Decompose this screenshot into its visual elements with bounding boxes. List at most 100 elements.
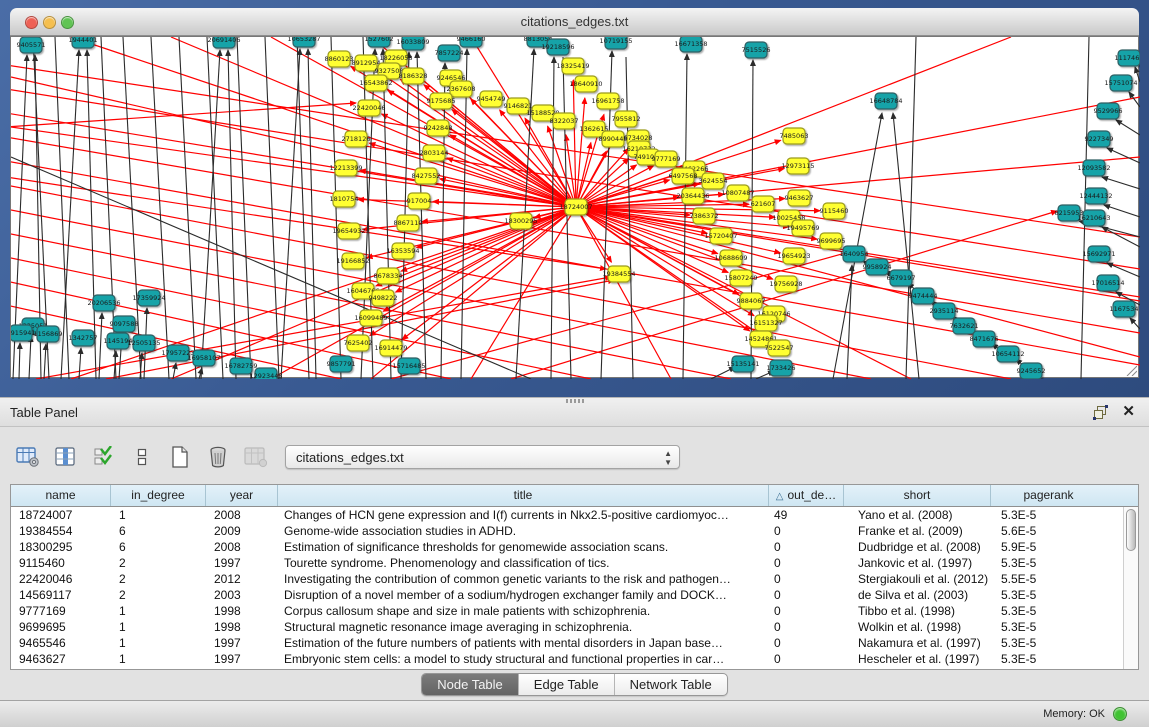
- column-header-year[interactable]: year: [206, 485, 278, 506]
- graph-node-yellow[interactable]: 9884067: [737, 293, 766, 309]
- table-row[interactable]: 946362711997Embryonic stem cells: a mode…: [11, 651, 1138, 667]
- graph-node-yellow[interactable]: 8867110: [394, 215, 423, 231]
- graph-node-yellow[interactable]: 9175685: [427, 93, 456, 109]
- graph-node-teal[interactable]: 6679197: [887, 270, 916, 286]
- graph-node-teal[interactable]: 9857791: [327, 356, 356, 372]
- graph-node-yellow[interactable]: 18325419: [556, 58, 589, 74]
- graph-node-yellow[interactable]: 9242848: [424, 120, 453, 136]
- table-row[interactable]: 946554611997Estimation of the future num…: [11, 635, 1138, 651]
- column-header-out_de[interactable]: △out_de…: [769, 485, 844, 506]
- graph-node-yellow[interactable]: 22420046: [352, 100, 385, 116]
- float-panel-icon[interactable]: [1093, 405, 1109, 420]
- table-row[interactable]: 1830029562008Estimation of significance …: [11, 539, 1138, 555]
- table-row[interactable]: 1938455462009Genome-wide association stu…: [11, 523, 1138, 539]
- graph-node-teal[interactable]: 16671358: [674, 37, 707, 52]
- graph-node-teal[interactable]: 9466160: [457, 37, 486, 47]
- tab-edge-table[interactable]: Edge Table: [519, 674, 615, 695]
- graph-node-yellow[interactable]: 7625402: [344, 335, 373, 351]
- graph-node-yellow[interactable]: 7386372: [690, 208, 719, 224]
- vertical-scrollbar[interactable]: [1123, 507, 1138, 669]
- graph-node-teal[interactable]: 1640954: [840, 246, 869, 262]
- graph-node-yellow[interactable]: 19756928: [769, 276, 802, 292]
- graph-node-teal[interactable]: 10654112: [991, 346, 1024, 362]
- graph-node-teal[interactable]: 10719155: [599, 37, 632, 49]
- graph-node-teal[interactable]: 9474444: [909, 288, 938, 304]
- graph-node-yellow[interactable]: 16353594: [386, 243, 419, 259]
- graph-node-yellow[interactable]: 18300295: [504, 213, 537, 229]
- table-row[interactable]: 977716911998Corpus callosum shape and si…: [11, 603, 1138, 619]
- graph-node-teal[interactable]: 9097588: [110, 316, 139, 332]
- graph-node-teal[interactable]: 20691406: [207, 37, 240, 48]
- graph-node-teal[interactable]: 15716485: [392, 358, 425, 374]
- graph-node-yellow[interactable]: 8678334: [374, 268, 403, 284]
- table-settings-icon[interactable]: [14, 443, 42, 471]
- delete-table-icon[interactable]: [204, 443, 232, 471]
- column-header-title[interactable]: title: [278, 485, 769, 506]
- graph-node-yellow[interactable]: 917004: [407, 193, 432, 209]
- graph-node-teal[interactable]: 20206536: [87, 295, 120, 311]
- graph-node-teal[interactable]: 17016514: [1091, 275, 1124, 291]
- close-panel-icon[interactable]: ✕: [1122, 403, 1135, 421]
- table-row[interactable]: 911546021997Tourette syndrome. Phenomeno…: [11, 555, 1138, 571]
- graph-node-teal[interactable]: 9529966: [1094, 103, 1123, 119]
- graph-node-yellow[interactable]: 7522547: [765, 340, 794, 356]
- graph-node-teal[interactable]: 9245652: [1017, 363, 1046, 379]
- graph-node-teal[interactable]: 1733426: [767, 360, 796, 376]
- graph-node-teal[interactable]: 12444132: [1079, 188, 1112, 204]
- graph-node-teal[interactable]: 1527602: [365, 37, 394, 47]
- graph-node-teal[interactable]: 10653287: [287, 37, 320, 47]
- graph-node-yellow[interactable]: 2803144: [420, 145, 449, 161]
- graph-node-teal[interactable]: 9405571: [17, 37, 46, 53]
- graph-node-yellow[interactable]: 12973115: [781, 158, 814, 174]
- network-canvas[interactable]: 9405571194440120691406106532871527602160…: [10, 36, 1139, 378]
- create-table-icon[interactable]: [166, 443, 194, 471]
- graph-node-yellow[interactable]: 9463627: [785, 190, 814, 206]
- graph-node-teal[interactable]: 8471676: [970, 331, 999, 347]
- graph-node-teal[interactable]: 1167534: [1110, 301, 1139, 317]
- scrollbar-thumb[interactable]: [1126, 509, 1136, 551]
- graph-node-teal[interactable]: 16648784: [869, 93, 902, 109]
- table-row[interactable]: 2242004622012Investigating the contribut…: [11, 571, 1138, 587]
- table-row[interactable]: 969969511998Structural magnetic resonanc…: [11, 619, 1138, 635]
- graph-node-teal[interactable]: 9958924: [863, 259, 892, 275]
- graph-node-yellow[interactable]: 7485063: [780, 128, 809, 144]
- graph-node-yellow[interactable]: 19166852: [336, 253, 369, 269]
- graph-node-yellow[interactable]: 18640910: [569, 76, 602, 92]
- graph-node-teal[interactable]: 15135141: [726, 356, 759, 372]
- row-height-icon[interactable]: [128, 443, 156, 471]
- graph-node-yellow[interactable]: 9699695: [817, 233, 846, 249]
- graph-node-yellow[interactable]: 16914479: [374, 340, 407, 356]
- graph-node-yellow[interactable]: 7955812: [612, 111, 641, 127]
- graph-node-teal[interactable]: 15692971: [1082, 246, 1115, 262]
- column-header-in_degree[interactable]: in_degree: [111, 485, 206, 506]
- graph-node-yellow[interactable]: 16099489: [354, 310, 387, 326]
- graph-node-yellow[interactable]: 15807249: [724, 270, 757, 286]
- graph-node-yellow[interactable]: 9498222: [369, 290, 398, 306]
- graph-node-teal[interactable]: 1944401: [69, 37, 98, 48]
- graph-node-teal[interactable]: 1342757: [69, 330, 98, 346]
- network-window-titlebar[interactable]: citations_edges.txt: [10, 8, 1139, 36]
- graph-node-yellow[interactable]: 6497568: [669, 168, 698, 184]
- graph-node-yellow[interactable]: 1810754: [330, 191, 359, 207]
- graph-node-yellow[interactable]: 9115460: [820, 203, 849, 219]
- graph-node-yellow[interactable]: 8322037: [550, 113, 579, 129]
- tab-network-table[interactable]: Network Table: [615, 674, 727, 695]
- graph-node-yellow[interactable]: 10807487: [721, 185, 754, 201]
- graph-node-teal[interactable]: 3915941: [11, 325, 35, 341]
- table-row[interactable]: 1872400712008Changes of HCN gene express…: [11, 507, 1138, 523]
- table-dropdown[interactable]: citations_edges.txt ▲▼: [285, 445, 680, 469]
- graph-node-teal[interactable]: 2935114: [930, 303, 959, 319]
- graph-node-yellow[interactable]: 10688609: [714, 250, 747, 266]
- table-row[interactable]: 1456911722003Disruption of a novel membe…: [11, 587, 1138, 603]
- graph-node-yellow[interactable]: 9454749: [477, 91, 506, 107]
- import-table-icon[interactable]: [242, 443, 270, 471]
- graph-node-yellow[interactable]: 19654932: [332, 223, 365, 239]
- column-header-short[interactable]: short: [844, 485, 991, 506]
- graph-node-teal[interactable]: 1117465: [1115, 50, 1140, 66]
- graph-node-teal[interactable]: 16033809: [396, 37, 429, 50]
- graph-node-teal[interactable]: 7857224: [435, 45, 464, 61]
- graph-node-teal[interactable]: 1156869: [34, 326, 63, 342]
- column-header-pagerank[interactable]: pagerank: [991, 485, 1106, 506]
- column-header-name[interactable]: name: [11, 485, 111, 506]
- graph-node-yellow[interactable]: 8186328: [399, 68, 428, 84]
